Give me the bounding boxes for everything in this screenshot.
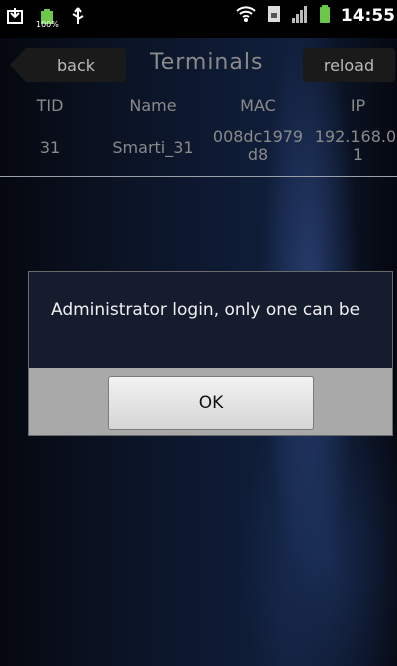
cell-tid: 31 — [39, 138, 61, 157]
dialog-body: Administrator login, only one can be — [29, 272, 392, 368]
cell-name: Smarti_31 — [112, 138, 194, 157]
column-header-mac: MAC — [240, 96, 276, 115]
table-row[interactable]: 31 Smarti_31 008dc1979 d8 192.168.0. 1 — [0, 128, 397, 176]
sim-icon — [267, 5, 281, 27]
table-divider — [0, 176, 397, 177]
clock: 14:55 — [340, 6, 395, 26]
status-bar: 100% 14:55 — [0, 0, 397, 38]
ok-button[interactable]: OK — [108, 376, 314, 430]
title-bar: back Terminals reload — [0, 38, 397, 92]
column-header-name: Name — [129, 96, 177, 115]
wifi-icon — [235, 5, 257, 27]
column-header-ip: IP — [350, 96, 366, 115]
dialog-button-bar: OK — [29, 368, 392, 435]
reload-button[interactable]: reload — [303, 48, 395, 82]
download-icon — [6, 7, 24, 29]
table-header: TID Name MAC IP — [0, 96, 397, 122]
dialog-message: Administrator login, only one can be — [51, 300, 361, 320]
battery-percent: 100% — [36, 20, 59, 29]
page-title: Terminals — [150, 50, 264, 75]
battery-icon: 100% — [36, 8, 59, 29]
column-header-tid: TID — [36, 96, 64, 115]
cell-mac: 008dc1979 d8 — [212, 127, 304, 164]
alert-dialog: Administrator login, only one can be OK — [28, 271, 393, 436]
back-button[interactable]: back — [10, 48, 126, 82]
usb-icon — [70, 6, 86, 30]
cell-ip: 192.168.0. 1 — [314, 127, 397, 164]
battery-icon — [319, 4, 331, 28]
signal-icon — [291, 4, 309, 28]
